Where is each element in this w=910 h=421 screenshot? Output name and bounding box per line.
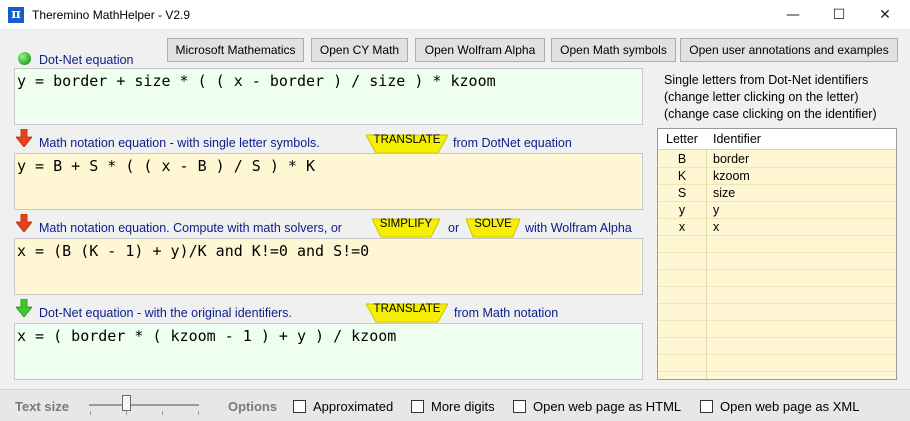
options-bar: Text size Options Approximated More digi… bbox=[0, 389, 910, 421]
identifier-cell[interactable]: size bbox=[713, 186, 735, 200]
math-solve-label: Math notation equation. Compute with mat… bbox=[39, 221, 342, 235]
more-digits-label[interactable]: More digits bbox=[431, 399, 495, 414]
close-button[interactable]: ✕ bbox=[862, 0, 908, 30]
text-size-slider-track[interactable] bbox=[89, 404, 199, 406]
green-arrow-down-icon bbox=[16, 299, 32, 317]
or-label: or bbox=[448, 221, 460, 235]
info-line: (change letter clicking on the letter) bbox=[664, 90, 859, 104]
open-html-checkbox[interactable] bbox=[513, 400, 526, 413]
math-single-letter-label: Math notation equation - with single let… bbox=[39, 136, 320, 150]
table-row bbox=[658, 270, 896, 287]
open-math-symbols-button[interactable]: Open Math symbols bbox=[551, 38, 676, 62]
text-size-slider-thumb[interactable] bbox=[122, 395, 131, 411]
letter-cell[interactable]: S bbox=[658, 186, 706, 200]
open-xml-label[interactable]: Open web page as XML bbox=[720, 399, 859, 414]
dotnet-equation-label: Dot-Net equation bbox=[39, 53, 134, 67]
options-label: Options bbox=[228, 399, 278, 414]
identifier-cell[interactable]: kzoom bbox=[713, 169, 750, 183]
title-bar: π Theremino MathHelper - V2.9 — ☐ ✕ bbox=[0, 0, 910, 30]
identifiers-table: Letter Identifier B border K kzoom S siz… bbox=[657, 128, 897, 380]
slider-tick bbox=[198, 411, 199, 415]
from-math-notation-label: from Math notation bbox=[454, 306, 559, 320]
slider-tick bbox=[126, 411, 127, 415]
table-row bbox=[658, 338, 896, 355]
text-size-label: Text size bbox=[15, 399, 69, 414]
letter-cell[interactable]: x bbox=[658, 220, 706, 234]
slider-tick bbox=[162, 411, 163, 415]
table-row: S size bbox=[658, 185, 896, 202]
math-solve-editor[interactable]: x = (B (K - 1) + y)/K and K!=0 and S!=0 bbox=[14, 238, 643, 295]
open-cy-math-button[interactable]: Open CY Math bbox=[311, 38, 408, 62]
identifiers-info: Single letters from Dot-Net identifiers … bbox=[664, 72, 877, 123]
translate-to-dotnet-button[interactable]: TRANSLATE bbox=[366, 301, 448, 323]
pi-app-icon: π bbox=[8, 7, 24, 23]
approximated-label[interactable]: Approximated bbox=[313, 399, 393, 414]
table-row bbox=[658, 236, 896, 253]
minimize-button[interactable]: — bbox=[770, 0, 816, 30]
status-ok-icon bbox=[18, 52, 31, 65]
microsoft-mathematics-button[interactable]: Microsoft Mathematics bbox=[167, 38, 304, 62]
open-user-annotations-button[interactable]: Open user annotations and examples bbox=[680, 38, 898, 62]
table-row bbox=[658, 253, 896, 270]
identifier-cell[interactable]: border bbox=[713, 152, 749, 166]
table-row: y y bbox=[658, 202, 896, 219]
from-dotnet-label: from DotNet equation bbox=[453, 136, 572, 150]
translate-label: TRANSLATE bbox=[373, 134, 441, 146]
solve-label: SOLVE bbox=[474, 218, 512, 230]
dotnet-equation-editor[interactable]: y = border + size * ( ( x - border ) / s… bbox=[14, 68, 643, 125]
dotnet-original-label: Dot-Net equation - with the original ide… bbox=[39, 306, 292, 320]
identifier-column-header[interactable]: Identifier bbox=[713, 132, 761, 146]
table-row bbox=[658, 287, 896, 304]
slider-tick bbox=[90, 411, 91, 415]
table-row bbox=[658, 355, 896, 372]
solve-button[interactable]: SOLVE bbox=[466, 216, 520, 238]
translate-to-math-button[interactable]: TRANSLATE bbox=[366, 132, 448, 154]
with-wolfram-label: with Wolfram Alpha bbox=[525, 221, 632, 235]
table-row bbox=[658, 304, 896, 321]
dotnet-original-editor[interactable]: x = ( border * ( kzoom - 1 ) + y ) / kzo… bbox=[14, 323, 643, 380]
maximize-button[interactable]: ☐ bbox=[816, 0, 862, 30]
info-line: (change case clicking on the identifier) bbox=[664, 107, 877, 121]
identifier-cell[interactable]: y bbox=[713, 203, 719, 217]
table-row bbox=[658, 321, 896, 338]
open-xml-checkbox[interactable] bbox=[700, 400, 713, 413]
table-row: B border bbox=[658, 151, 896, 168]
table-row: x x bbox=[658, 219, 896, 236]
window-title: Theremino MathHelper - V2.9 bbox=[32, 8, 191, 22]
table-row: K kzoom bbox=[658, 168, 896, 185]
math-single-letter-editor[interactable]: y = B + S * ( ( x - B ) / S ) * K bbox=[14, 153, 643, 210]
open-html-label[interactable]: Open web page as HTML bbox=[533, 399, 681, 414]
letter-cell[interactable]: K bbox=[658, 169, 706, 183]
red-arrow-down-icon bbox=[16, 129, 32, 147]
table-header: Letter Identifier bbox=[658, 129, 896, 150]
letter-cell[interactable]: B bbox=[658, 152, 706, 166]
letter-column-header[interactable]: Letter bbox=[666, 132, 698, 146]
more-digits-checkbox[interactable] bbox=[411, 400, 424, 413]
simplify-label: SIMPLIFY bbox=[379, 218, 433, 230]
translate-label: TRANSLATE bbox=[373, 303, 441, 315]
red-arrow-down-icon bbox=[16, 214, 32, 232]
open-wolfram-alpha-button[interactable]: Open Wolfram Alpha bbox=[415, 38, 545, 62]
simplify-button[interactable]: SIMPLIFY bbox=[372, 216, 440, 238]
identifier-cell[interactable]: x bbox=[713, 220, 719, 234]
info-line: Single letters from Dot-Net identifiers bbox=[664, 73, 869, 87]
approximated-checkbox[interactable] bbox=[293, 400, 306, 413]
letter-cell[interactable]: y bbox=[658, 203, 706, 217]
